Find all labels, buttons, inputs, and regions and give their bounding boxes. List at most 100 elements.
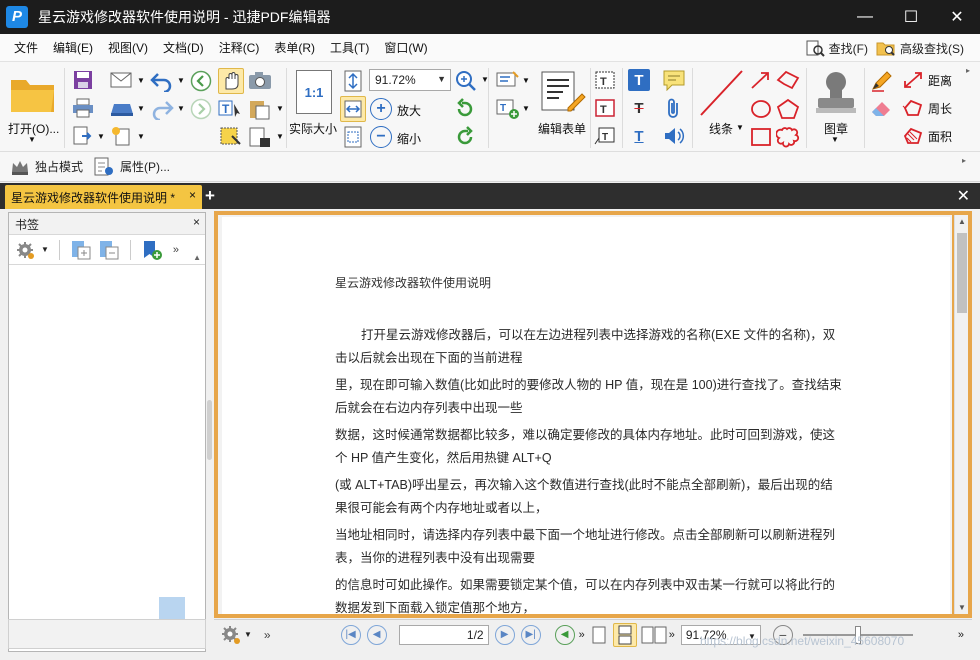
- snapshot-icon[interactable]: [248, 70, 272, 90]
- zoom-out-icon[interactable]: −: [370, 126, 392, 148]
- maximize-button[interactable]: ☐: [888, 0, 934, 34]
- single-page-icon[interactable]: [591, 625, 607, 645]
- status-gear-icon[interactable]: [220, 624, 242, 646]
- advanced-find-button[interactable]: 高级查找(S): [876, 39, 964, 57]
- facing-pages-icon[interactable]: [641, 625, 667, 645]
- exclusive-mode-button[interactable]: 独占模式: [10, 158, 83, 176]
- expand-bookmark-icon[interactable]: [70, 239, 92, 261]
- select-text-icon[interactable]: T: [218, 98, 244, 120]
- page-number-input[interactable]: 1/2: [398, 624, 489, 645]
- new-dropdown-icon[interactable]: ▼: [137, 132, 145, 141]
- fit-page-icon[interactable]: [342, 70, 364, 92]
- menu-form[interactable]: 表单(R): [266, 34, 322, 62]
- zoom-search-icon[interactable]: [454, 69, 478, 93]
- undo-dropdown-icon[interactable]: ▼: [177, 76, 185, 85]
- add-text-field-icon[interactable]: T: [496, 98, 520, 120]
- menu-file[interactable]: 文件: [6, 34, 45, 62]
- scan-icon[interactable]: [110, 98, 134, 118]
- scroll-up-icon[interactable]: ▲: [958, 217, 966, 226]
- menu-tools[interactable]: 工具(T): [322, 34, 376, 62]
- ellipse-tool-icon[interactable]: [750, 98, 772, 120]
- open-folder-icon[interactable]: [8, 72, 58, 116]
- minimize-button[interactable]: —: [842, 0, 888, 34]
- form-field-dropdown-icon[interactable]: ▼: [522, 76, 530, 85]
- line-dropdown-icon[interactable]: ▼: [736, 123, 744, 132]
- export-dropdown-icon[interactable]: ▼: [97, 132, 105, 141]
- ribbon-overflow-icon[interactable]: ▸: [966, 66, 970, 75]
- area-icon[interactable]: [902, 126, 924, 146]
- collapse-toolbar-icon[interactable]: ▲: [193, 253, 201, 262]
- zoom-in-icon[interactable]: +: [370, 98, 392, 120]
- gear-dropdown-icon[interactable]: ▼: [41, 245, 49, 254]
- stamp-icon[interactable]: [812, 68, 860, 118]
- rotate-left-icon[interactable]: [454, 98, 476, 120]
- edit-form-icon[interactable]: [540, 70, 586, 112]
- perimeter-icon[interactable]: [902, 98, 924, 118]
- gear-icon[interactable]: [15, 240, 35, 260]
- callout-icon[interactable]: T: [594, 126, 616, 146]
- previous-view-icon[interactable]: ◀: [554, 624, 575, 645]
- hand-tool-button[interactable]: [218, 68, 244, 94]
- email-dropdown-icon[interactable]: ▼: [137, 76, 145, 85]
- last-page-icon[interactable]: ▶|: [520, 624, 541, 645]
- eraser-icon[interactable]: [870, 98, 894, 120]
- paste-dropdown-icon[interactable]: ▼: [276, 104, 284, 113]
- menu-document[interactable]: 文档(D): [155, 34, 211, 62]
- rotate-right-icon[interactable]: [454, 126, 476, 148]
- arrow-tool-icon[interactable]: [750, 70, 772, 90]
- line-label[interactable]: 线条: [709, 120, 733, 137]
- open-dropdown-icon[interactable]: ▼: [28, 135, 36, 144]
- export-icon[interactable]: [72, 126, 94, 146]
- document-canvas[interactable]: 星云游戏修改器软件使用说明 打开星云游戏修改器后，可以在左边进程列表中选择游戏的…: [218, 215, 952, 614]
- document-tool-icon[interactable]: [248, 126, 272, 148]
- fit-width-button[interactable]: [340, 96, 366, 122]
- toolbar-overflow-icon[interactable]: ▸: [962, 156, 966, 165]
- pencil-icon[interactable]: [870, 70, 894, 92]
- form-field-icon[interactable]: [496, 70, 520, 90]
- edit-form-label[interactable]: 编辑表单: [538, 120, 586, 137]
- select-annotation-icon[interactable]: [218, 126, 244, 148]
- status-gear-dropdown-icon[interactable]: ▼: [244, 630, 252, 639]
- polyline-icon[interactable]: [776, 70, 800, 90]
- note-icon[interactable]: [662, 69, 686, 91]
- back-icon[interactable]: [190, 70, 212, 92]
- underline-icon[interactable]: T: [628, 125, 650, 147]
- close-button[interactable]: ✕: [934, 0, 980, 34]
- line-tool-icon[interactable]: [698, 68, 746, 118]
- zoom-out-label[interactable]: 缩小: [397, 130, 421, 147]
- scroll-down-icon[interactable]: ▼: [958, 603, 966, 612]
- textbox-icon[interactable]: T: [594, 98, 616, 118]
- paste-icon[interactable]: [248, 98, 272, 120]
- add-text-dropdown-icon[interactable]: ▼: [522, 104, 530, 113]
- properties-button[interactable]: 属性(P)...: [93, 157, 170, 177]
- previous-page-icon[interactable]: ◀: [366, 624, 387, 645]
- highlight-text-icon[interactable]: T: [628, 69, 650, 91]
- panel-close-icon[interactable]: ×: [193, 215, 200, 229]
- sound-icon[interactable]: [662, 125, 686, 147]
- layout-more-icon[interactable]: »: [669, 629, 675, 641]
- redo-dropdown-icon[interactable]: ▼: [177, 104, 185, 113]
- menu-view[interactable]: 视图(V): [100, 34, 155, 62]
- find-button[interactable]: 查找(F): [805, 39, 868, 57]
- rectangle-tool-icon[interactable]: [750, 126, 772, 148]
- undo-icon[interactable]: [150, 70, 174, 92]
- actual-size-label[interactable]: 实际大小: [289, 120, 337, 137]
- menu-comment[interactable]: 注释(C): [211, 34, 267, 62]
- zoom-in-label[interactable]: 放大: [397, 102, 421, 119]
- typewriter-icon[interactable]: T: [594, 70, 616, 90]
- attachment-icon[interactable]: [664, 97, 684, 119]
- status-more-icon[interactable]: »: [264, 628, 271, 642]
- status-overflow-icon[interactable]: »: [958, 629, 964, 641]
- panel-splitter[interactable]: [207, 400, 212, 460]
- print-icon[interactable]: [72, 98, 94, 118]
- redo-icon[interactable]: [150, 98, 174, 120]
- strikeout-icon[interactable]: T: [628, 97, 650, 119]
- vertical-scrollbar[interactable]: ▲ ▼: [954, 215, 968, 614]
- fit-visible-icon[interactable]: [342, 126, 364, 148]
- tab-close-icon[interactable]: ×: [189, 188, 196, 202]
- new-tab-icon[interactable]: +: [205, 186, 215, 206]
- first-page-icon[interactable]: |◀: [340, 624, 361, 645]
- document-tab[interactable]: 星云游戏修改器软件使用说明 * ×: [5, 185, 202, 209]
- cloud-tool-icon[interactable]: [776, 126, 800, 148]
- collapse-bookmark-icon[interactable]: [98, 239, 120, 261]
